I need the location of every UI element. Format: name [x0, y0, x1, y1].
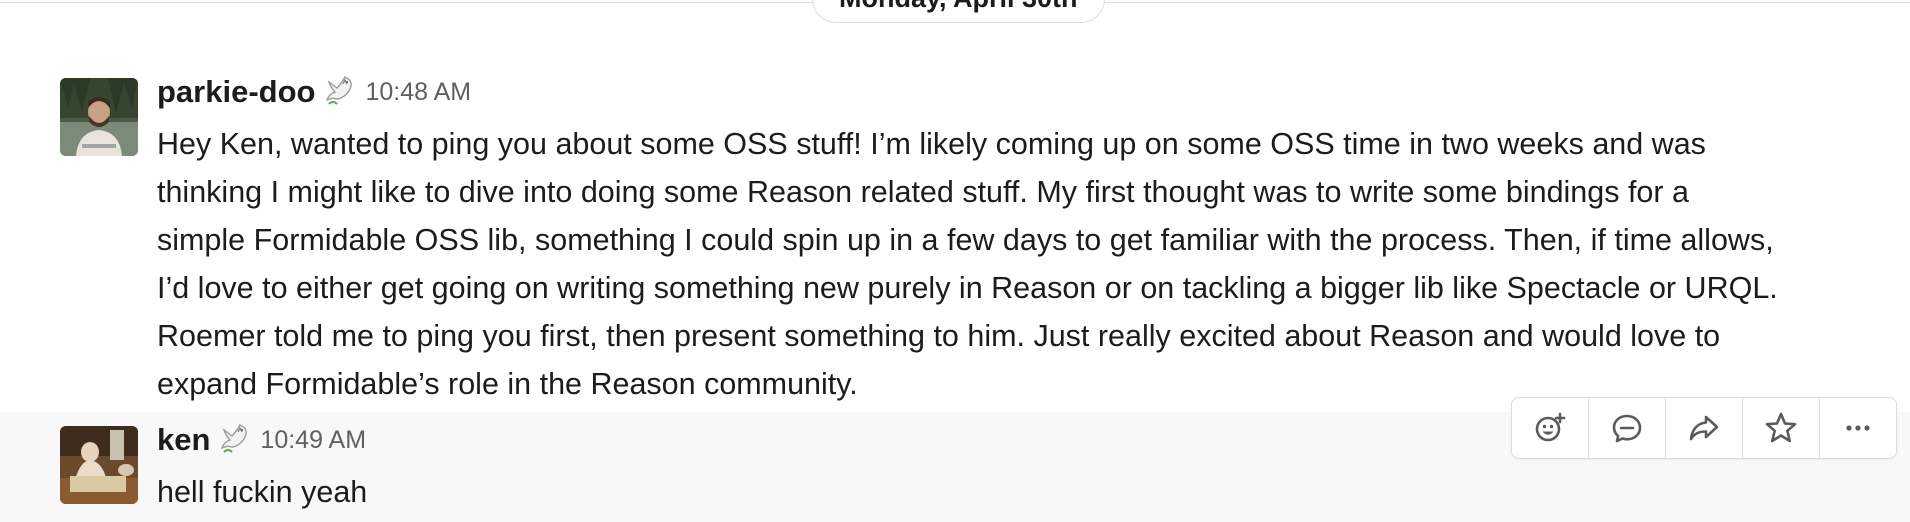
start-thread-icon [1612, 414, 1642, 443]
dove-icon[interactable] [323, 74, 355, 110]
message-line: I’d love to either get going on writing … [157, 271, 1778, 305]
message-text: hell fuckin yeah [157, 468, 1892, 516]
message-actions-toolbar [1511, 397, 1897, 459]
add-reaction-button[interactable] [1512, 398, 1589, 458]
message-line: simple Formidable OSS lib, something I c… [157, 223, 1774, 257]
message-text: Hey Ken, wanted to ping you about some O… [157, 120, 1892, 408]
message-line: thinking I might like to dive into doing… [157, 175, 1689, 209]
message-line: Roemer told me to ping you first, then p… [157, 319, 1721, 353]
star-icon [1765, 412, 1797, 443]
avatar[interactable] [60, 78, 138, 156]
message-header: parkie-doo 10:48 AM [157, 74, 471, 110]
share-message-button[interactable] [1666, 398, 1743, 458]
author-name[interactable]: ken [157, 422, 210, 458]
message-line: Hey Ken, wanted to ping you about some O… [157, 127, 1706, 161]
add-reaction-icon [1535, 412, 1566, 442]
message-header: ken 10:49 AM [157, 422, 366, 458]
dove-icon[interactable] [218, 422, 250, 458]
date-divider[interactable]: Monday, April 30th [812, 0, 1105, 23]
avatar-photo [60, 426, 138, 504]
start-thread-button[interactable] [1589, 398, 1666, 458]
star-button[interactable] [1743, 398, 1820, 458]
avatar[interactable] [60, 426, 138, 504]
author-name[interactable]: parkie-doo [157, 74, 315, 110]
more-actions-icon [1846, 425, 1870, 431]
avatar-photo [60, 78, 138, 156]
share-message-icon [1689, 415, 1719, 441]
message-line: hell fuckin yeah [157, 475, 368, 509]
timestamp[interactable]: 10:49 AM [260, 426, 366, 455]
message[interactable]: parkie-doo 10:48 AM Hey Ken, wanted to p… [0, 60, 1910, 412]
more-actions-button[interactable] [1820, 398, 1896, 458]
timestamp[interactable]: 10:48 AM [365, 78, 471, 107]
